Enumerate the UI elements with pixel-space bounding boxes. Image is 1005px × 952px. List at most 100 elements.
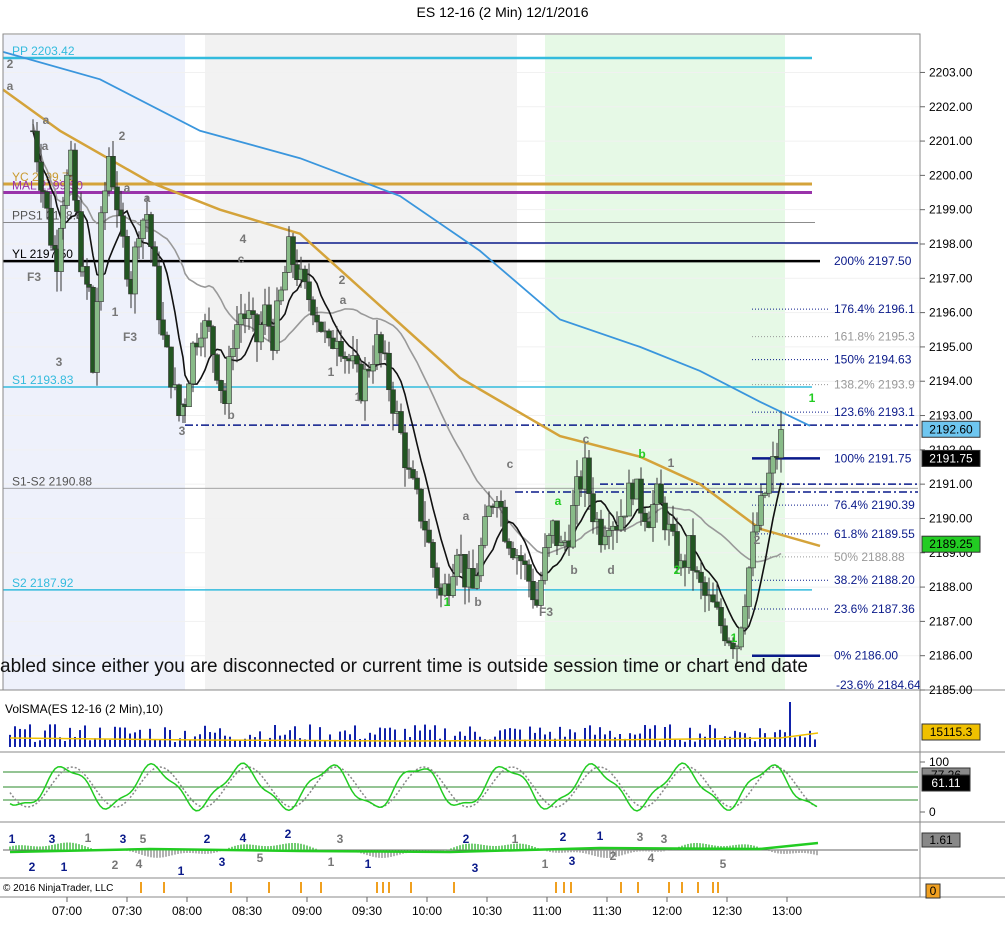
wave-label: b (638, 447, 645, 461)
x-tick-label: 08:00 (172, 904, 202, 918)
candle-body (722, 625, 728, 642)
osc-wave-label: 1 (178, 864, 185, 878)
session-marker (376, 882, 378, 893)
candle-body (758, 495, 764, 526)
candle-body (102, 190, 108, 214)
candle-body (94, 301, 100, 373)
wave-label: a (555, 494, 562, 508)
candle-body (530, 580, 536, 601)
candle-body (590, 493, 596, 523)
osc-wave-label: 4 (648, 851, 655, 865)
candle-body (546, 535, 552, 548)
candle-body (306, 281, 312, 301)
candle-body (318, 321, 324, 332)
session-marker (163, 882, 165, 893)
wave-label: d (607, 563, 614, 577)
x-tick-label: 11:30 (592, 904, 621, 918)
wave-label: F3 (27, 270, 41, 284)
wave-label: F3 (539, 605, 553, 619)
session-marker (140, 882, 142, 893)
candle-body (650, 504, 656, 528)
x-tick-label: 08:30 (232, 904, 262, 918)
candle-body (258, 324, 264, 343)
candle-body (282, 271, 288, 291)
chart-canvas[interactable]: PP 2203.42 S1 2193.83 S1-S2 2190.88 S2 2187… (0, 0, 1005, 952)
candle-body (274, 300, 280, 351)
candle-body (430, 542, 436, 568)
candle-body (230, 348, 236, 357)
candle-body (214, 354, 220, 381)
fib-label: 138.2% 2193.9 (834, 378, 915, 392)
candle-body (478, 545, 484, 577)
session-marker (230, 882, 232, 893)
candle-body (136, 238, 142, 248)
fib-label: 123.6% 2193.1 (834, 405, 915, 419)
candle-body (226, 356, 232, 404)
y-tick-label: 100 (929, 755, 949, 769)
osc-wave-label: 2 (463, 832, 470, 846)
wave-label: 2 (754, 533, 761, 547)
wave-label: a (340, 293, 347, 307)
y-tick-label: 2197.00 (929, 271, 973, 285)
y-tick-label: 2199.00 (929, 203, 973, 217)
session-marker (268, 882, 270, 893)
candle-body (310, 299, 316, 316)
y-tick-label: 2187.00 (929, 614, 973, 628)
candle-body (658, 483, 664, 504)
wave-label: 3 (179, 424, 186, 438)
pivot-label: YL 2197.50 (12, 247, 73, 261)
candle-body (742, 606, 748, 629)
session-marker (620, 882, 622, 893)
price-badge-label: 2191.75 (929, 451, 973, 465)
y-tick-label: 2193.00 (929, 409, 973, 423)
candle-body (418, 489, 424, 522)
candle-body (738, 627, 744, 648)
fib-label: 23.6% 2187.36 (834, 602, 915, 616)
candle-body (526, 564, 532, 582)
candle-body (702, 582, 708, 596)
wave-label: F3 (123, 330, 137, 344)
candle-body (302, 268, 308, 283)
y-tick-label: 2188.00 (929, 580, 973, 594)
wave-label: 4 (240, 232, 247, 246)
candle-body (518, 555, 524, 562)
session-marker (410, 882, 412, 893)
candle-body (124, 236, 130, 280)
wave-label: 1 (112, 305, 119, 319)
candle-body (426, 529, 432, 543)
candle-body (502, 506, 508, 542)
osc-wave-label: 1 (512, 832, 519, 846)
wave-label: b (474, 595, 481, 609)
wave-label: 1 (328, 365, 335, 379)
y-tick-label: 2203.00 (929, 65, 973, 79)
osc-wave-label: 3 (49, 832, 56, 846)
x-tick-label: 10:00 (412, 904, 442, 918)
osc-wave-label: 2 (285, 827, 292, 841)
osc-wave-label: 4 (136, 857, 143, 871)
x-tick-label: 11:00 (532, 904, 561, 918)
candle-body (86, 283, 92, 288)
session-marker (717, 882, 719, 893)
candle-body (250, 310, 256, 315)
candle-body (160, 319, 166, 336)
price-axis: 2203.00 2202.00 2201.00 2200.00 2199.00 2198.… (920, 65, 973, 697)
x-tick-label: 07:00 (52, 904, 82, 918)
candle-body (386, 352, 392, 391)
candle-body (198, 337, 204, 348)
candle-body (168, 346, 174, 388)
x-tick-label: 09:30 (352, 904, 382, 918)
osc-wave-label: 1 (542, 857, 549, 871)
wave-label: a (463, 509, 470, 523)
osc-wave-label: 1 (9, 832, 16, 846)
candle-body (234, 324, 240, 349)
candle-body (98, 212, 104, 302)
osc-wave-label: 2 (560, 830, 567, 844)
wave-label: 2 (674, 563, 681, 577)
session-marker (637, 882, 639, 893)
session-marker (555, 882, 557, 893)
osc-wave-label: 3 (219, 855, 226, 869)
y-tick-label: 2198.00 (929, 237, 973, 251)
osc-wave-label: 1 (328, 855, 335, 869)
pivot-label: S1-S2 2190.88 (12, 474, 92, 488)
candle-body (218, 380, 224, 392)
